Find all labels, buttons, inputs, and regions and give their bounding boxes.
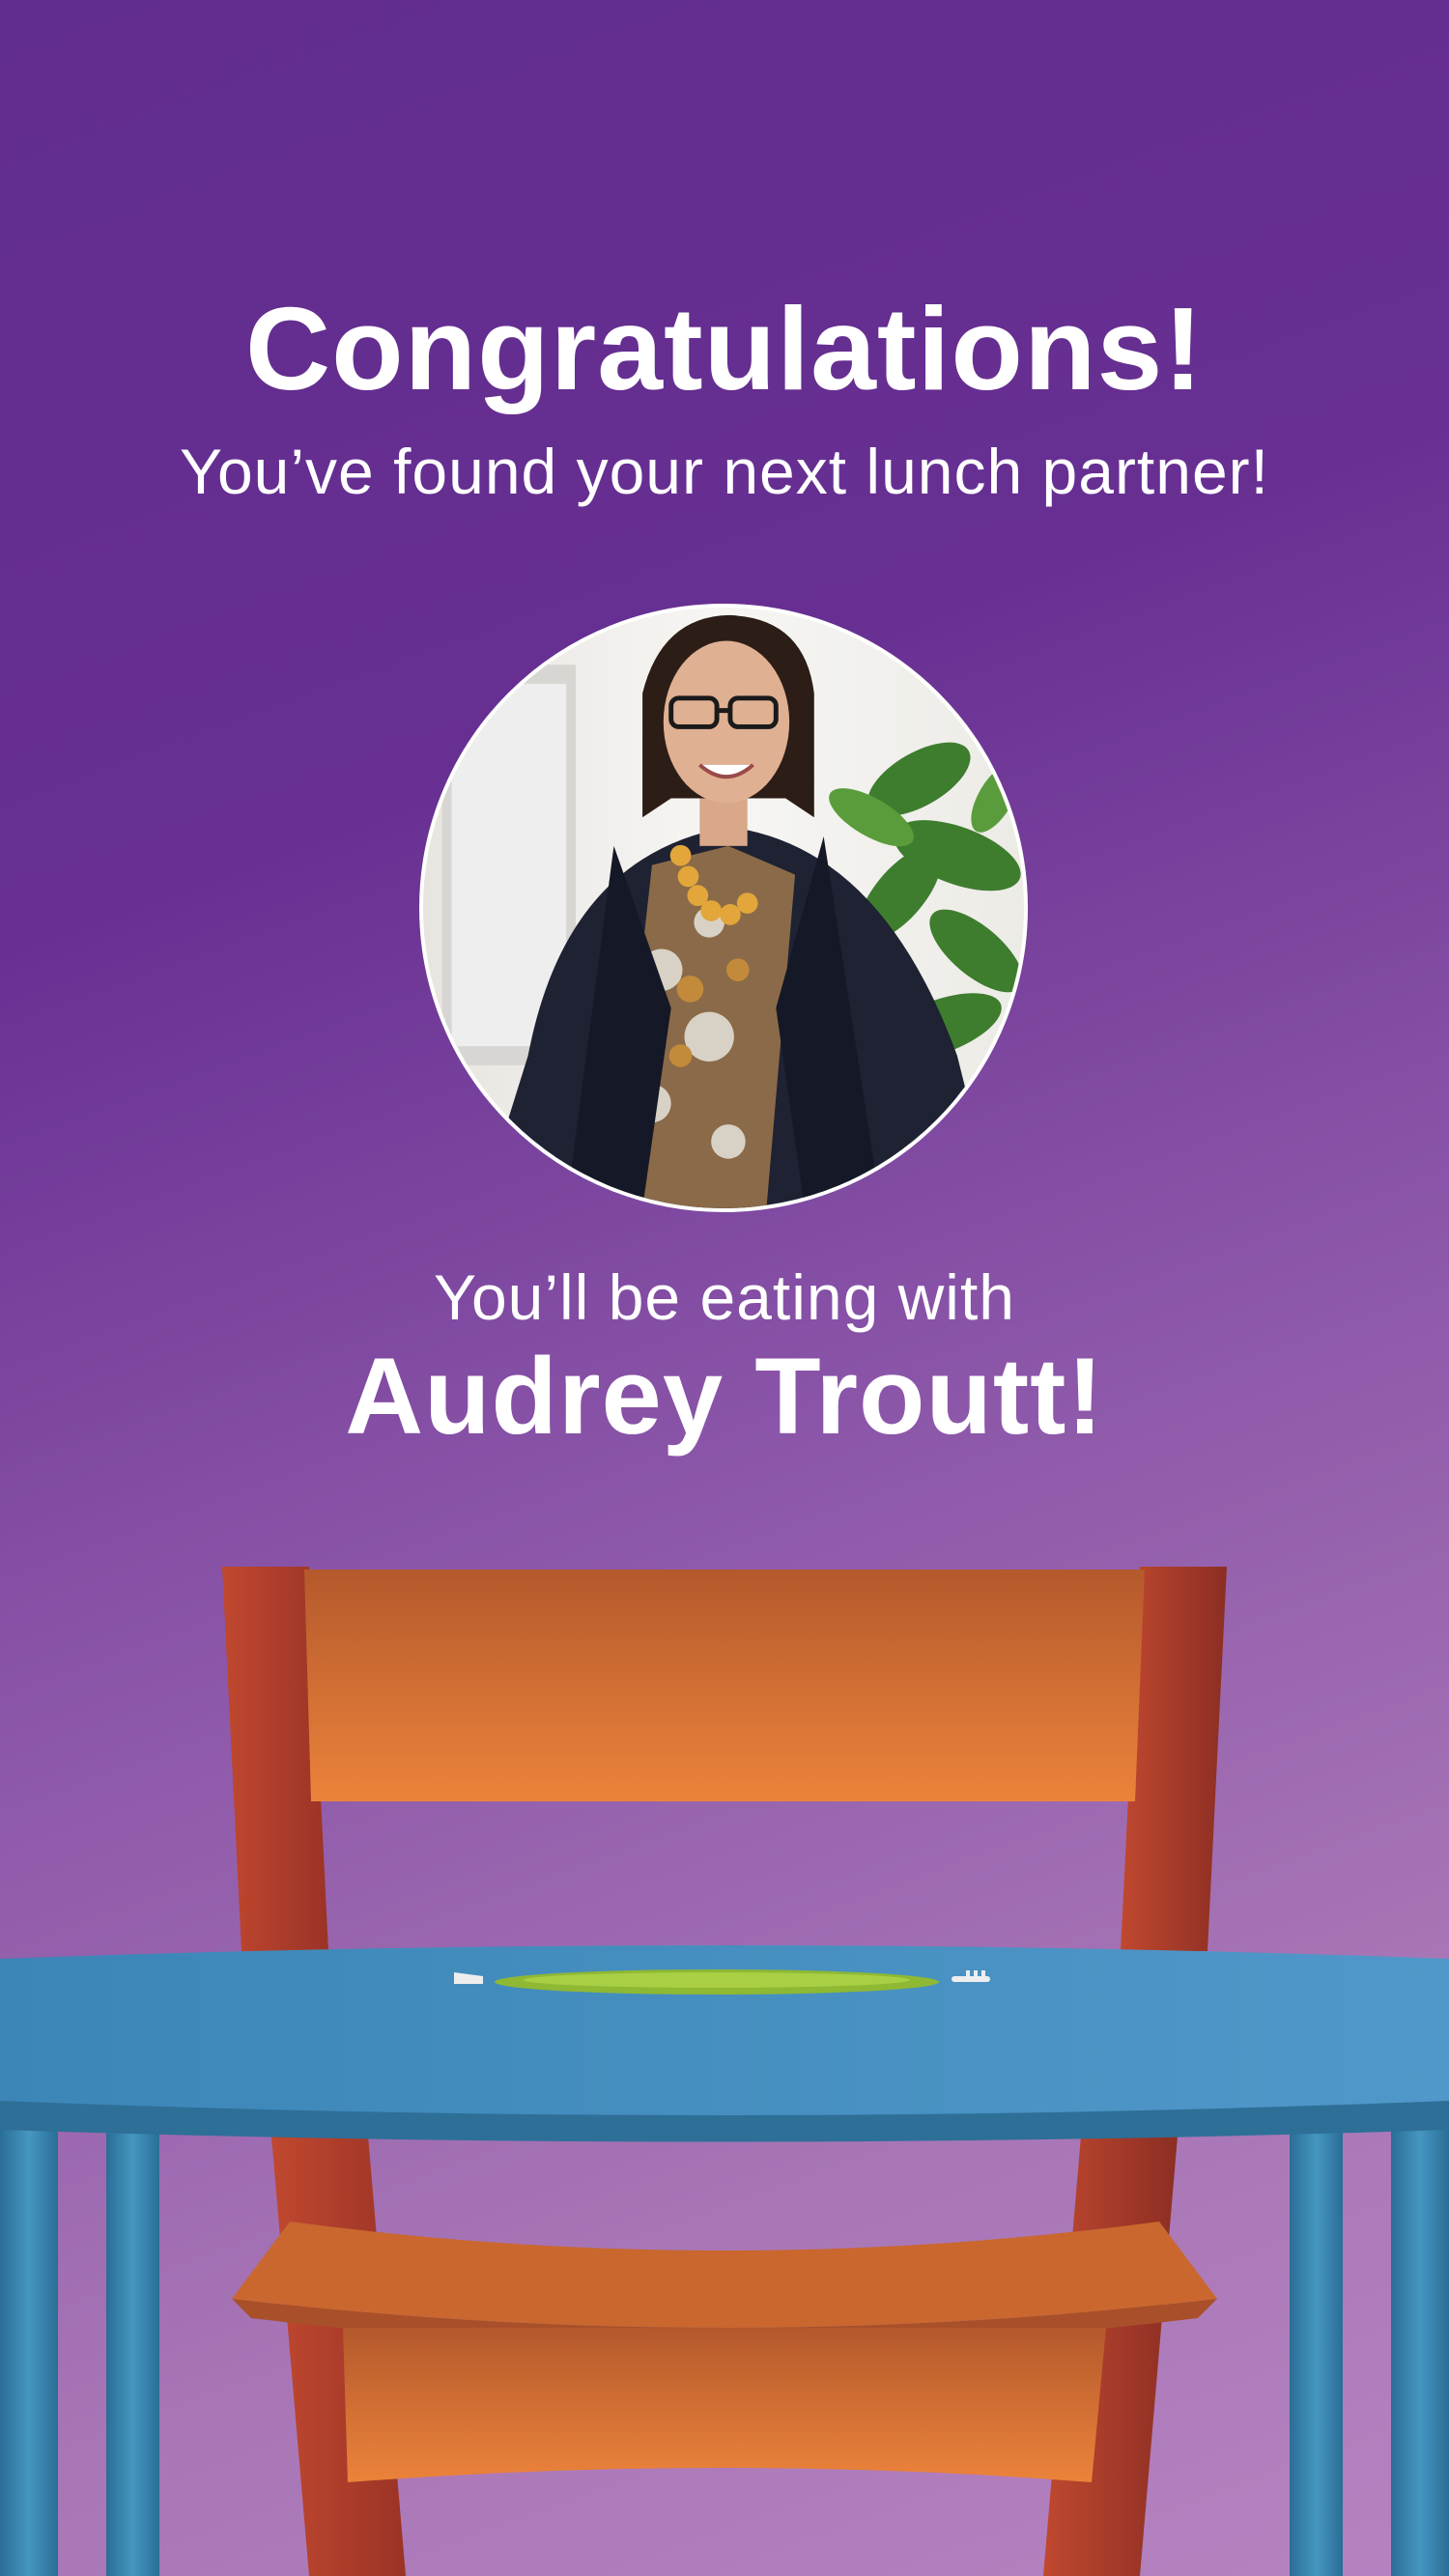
partner-avatar: [419, 604, 1028, 1212]
lunch-partner-subheading: You’ve found your next lunch partner!: [180, 436, 1269, 507]
plate-icon: [495, 1969, 939, 1995]
eating-with-label: You’ll be eating with: [434, 1261, 1015, 1333]
congratulations-heading: Congratulations!: [245, 283, 1204, 414]
partner-name: Audrey Troutt!: [345, 1336, 1104, 1457]
table-and-chair-illustration: [0, 1545, 1449, 2576]
